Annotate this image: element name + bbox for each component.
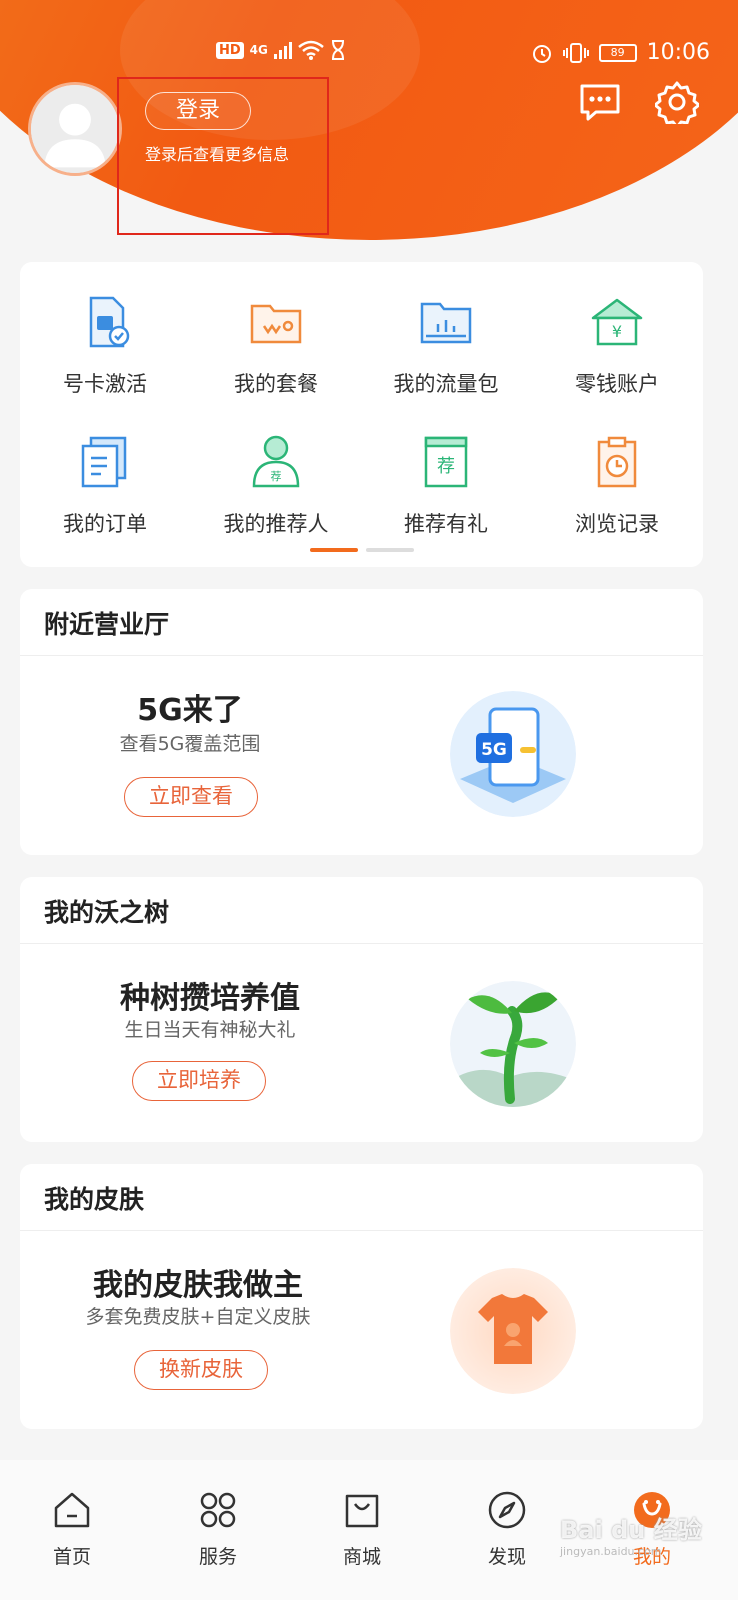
nav-label: 首页 bbox=[52, 1546, 91, 1568]
nearby-halls-card: 附近营业厅 5G来了 查看5G覆盖范围 立即查看 5G bbox=[20, 589, 703, 855]
grid-item-history[interactable]: 浏览记录 bbox=[532, 432, 702, 538]
grid-item-label: 号卡激活 bbox=[63, 372, 147, 396]
signal-icon bbox=[273, 41, 292, 59]
watermark-url: jingyan.baidu.com bbox=[560, 1545, 662, 1558]
section-title: 我的沃之树 bbox=[44, 898, 170, 927]
section-title: 我的皮肤 bbox=[44, 1185, 145, 1214]
orders-icon bbox=[81, 436, 127, 488]
grid-item-label: 我的套餐 bbox=[234, 372, 318, 396]
view-coverage-button[interactable]: 立即查看 bbox=[124, 777, 258, 817]
services-icon bbox=[200, 1492, 236, 1528]
referral-gift-icon: 荐 bbox=[424, 436, 468, 488]
status-right: 89 10:06 bbox=[531, 40, 710, 65]
svg-text:荐: 荐 bbox=[437, 456, 455, 477]
wallet-house-icon: ¥ bbox=[591, 298, 643, 346]
wo-tree-card: 我的沃之树 种树攒培养值 生日当天有神秘大礼 立即培养 bbox=[20, 877, 703, 1142]
grid-item-label: 零钱账户 bbox=[575, 372, 659, 396]
my-skin-card: 我的皮肤 我的皮肤我做主 多套免费皮肤+自定义皮肤 换新皮肤 bbox=[20, 1164, 703, 1429]
nav-services[interactable]: 服务 bbox=[168, 1490, 268, 1569]
grid-item-label: 浏览记录 bbox=[575, 512, 659, 536]
section-divider bbox=[20, 1230, 703, 1231]
svg-text:5G: 5G bbox=[481, 740, 507, 760]
data-package-icon bbox=[420, 302, 472, 344]
sprout-illustration bbox=[450, 981, 576, 1107]
shop-bag-icon bbox=[345, 1494, 379, 1528]
section-headline: 5G来了 bbox=[137, 693, 243, 728]
tshirt-illustration bbox=[450, 1268, 576, 1394]
watermark-text: Bai du 经验 bbox=[560, 1516, 702, 1544]
grid-item-wallet[interactable]: ¥ 零钱账户 bbox=[532, 292, 702, 398]
section-divider bbox=[20, 943, 703, 944]
status-center: HD 4G bbox=[216, 40, 346, 60]
nav-label: 发现 bbox=[487, 1546, 526, 1568]
settings-gear-icon[interactable] bbox=[655, 80, 699, 124]
svg-text:¥: ¥ bbox=[612, 322, 622, 341]
grid-item-referrer[interactable]: 荐 我的推荐人 bbox=[191, 432, 361, 538]
net-type: 4G bbox=[249, 43, 268, 57]
section-headline: 我的皮肤我做主 bbox=[93, 1268, 303, 1303]
page-dot bbox=[366, 548, 414, 552]
nav-discover[interactable]: 发现 bbox=[457, 1490, 557, 1569]
section-divider bbox=[20, 655, 703, 656]
avatar[interactable] bbox=[28, 82, 122, 176]
grid-item-label: 我的流量包 bbox=[393, 372, 499, 396]
home-icon bbox=[54, 1492, 90, 1528]
wifi-icon bbox=[298, 40, 324, 60]
page-indicator bbox=[310, 548, 414, 552]
nav-home[interactable]: 首页 bbox=[22, 1490, 122, 1569]
referrer-icon: 荐 bbox=[252, 435, 300, 488]
baidu-watermark: Bai du 经验 jingyan.baidu.com bbox=[560, 1510, 702, 1558]
nav-label: 服务 bbox=[198, 1546, 237, 1568]
grow-tree-button[interactable]: 立即培养 bbox=[132, 1061, 266, 1101]
5g-phone-illustration: 5G bbox=[450, 691, 576, 817]
quick-actions-card: 号卡激活 我的套餐 我的流量包 ¥ 零钱账户 我的订单 荐 我的推荐人 荐 推荐… bbox=[20, 262, 703, 567]
grid-item-label: 我的推荐人 bbox=[223, 512, 329, 536]
status-bar: HD 4G 89 10:06 bbox=[0, 40, 738, 70]
clock: 10:06 bbox=[646, 40, 710, 65]
grid-item-orders[interactable]: 我的订单 bbox=[20, 432, 190, 538]
section-subtitle: 查看5G覆盖范围 bbox=[119, 733, 261, 755]
vibrate-icon bbox=[562, 42, 589, 63]
nav-shop[interactable]: 商城 bbox=[312, 1490, 412, 1569]
nav-label: 商城 bbox=[342, 1546, 381, 1568]
login-hint: 登录后查看更多信息 bbox=[145, 145, 290, 164]
svg-text:荐: 荐 bbox=[271, 470, 282, 483]
login-button[interactable]: 登录 bbox=[145, 92, 251, 130]
grid-item-label: 推荐有礼 bbox=[404, 512, 488, 536]
grid-item-data-package[interactable]: 我的流量包 bbox=[361, 292, 531, 398]
grid-item-sim-activation[interactable]: 号卡激活 bbox=[20, 292, 190, 398]
section-subtitle: 生日当天有神秘大礼 bbox=[124, 1019, 296, 1041]
grid-item-label: 我的订单 bbox=[63, 512, 147, 536]
section-title: 附近营业厅 bbox=[44, 610, 170, 639]
hd-badge: HD bbox=[216, 41, 244, 59]
alarm-icon bbox=[532, 44, 551, 63]
history-icon bbox=[597, 436, 637, 488]
grid-item-my-package[interactable]: 我的套餐 bbox=[191, 292, 361, 398]
message-icon[interactable] bbox=[578, 80, 622, 124]
battery-icon: 89 bbox=[598, 43, 637, 62]
change-skin-button[interactable]: 换新皮肤 bbox=[134, 1350, 268, 1390]
compass-icon bbox=[488, 1491, 526, 1529]
section-subtitle: 多套免费皮肤+自定义皮肤 bbox=[85, 1306, 311, 1328]
hourglass-icon bbox=[331, 40, 344, 60]
grid-item-referral-gift[interactable]: 荐 推荐有礼 bbox=[361, 432, 531, 538]
package-icon bbox=[250, 304, 302, 344]
sim-card-icon bbox=[89, 296, 130, 348]
page-dot-active bbox=[310, 548, 358, 552]
section-headline: 种树攒培养值 bbox=[120, 981, 300, 1016]
profile-header: HD 4G 89 10:06 登录 登录后查看更多信息 bbox=[0, 0, 738, 250]
default-avatar-icon bbox=[31, 85, 119, 173]
